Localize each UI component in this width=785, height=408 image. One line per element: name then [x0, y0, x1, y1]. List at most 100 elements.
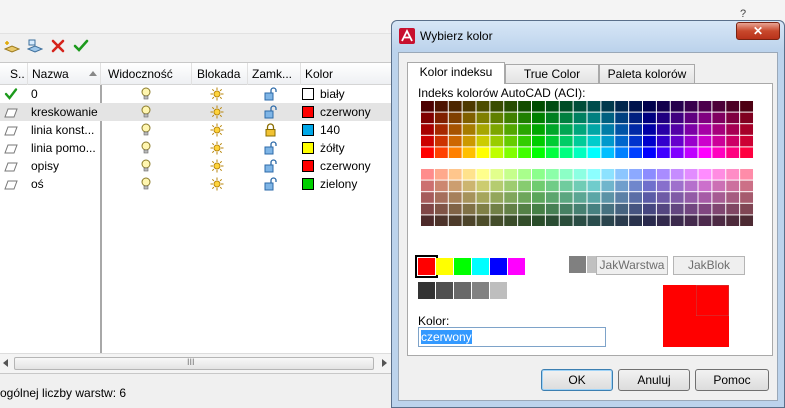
standard-color-swatch[interactable] [551, 256, 568, 273]
aci-swatch[interactable] [670, 169, 684, 180]
aci-swatch[interactable] [490, 135, 504, 147]
aci-swatch[interactable] [726, 180, 740, 192]
aci-swatch[interactable] [532, 124, 545, 135]
aci-swatch[interactable] [490, 203, 504, 215]
aci-swatch[interactable] [434, 180, 448, 192]
aci-swatch[interactable] [587, 101, 601, 112]
close-button[interactable]: ✕ [736, 22, 780, 40]
aci-swatch[interactable] [476, 192, 490, 203]
aci-swatch[interactable] [462, 215, 476, 226]
aci-swatch[interactable] [643, 112, 656, 124]
aci-swatch[interactable] [601, 203, 615, 215]
aci-swatch[interactable] [504, 135, 518, 147]
aci-swatch[interactable] [684, 192, 698, 203]
aci-swatch[interactable] [559, 124, 573, 135]
layer-row[interactable]: oś zielony [0, 175, 392, 193]
aci-swatch[interactable] [421, 147, 434, 158]
aci-swatch[interactable] [490, 192, 504, 203]
aci-swatch[interactable] [656, 169, 670, 180]
aci-swatch[interactable] [698, 203, 712, 215]
sun-icon[interactable] [210, 177, 224, 195]
aci-swatch[interactable] [712, 124, 726, 135]
aci-swatch[interactable] [462, 203, 476, 215]
aci-swatch[interactable] [518, 180, 532, 192]
color-field[interactable]: czerwony [418, 327, 606, 347]
aci-swatch[interactable] [684, 215, 698, 226]
aci-swatch[interactable] [601, 135, 615, 147]
aci-swatch[interactable] [448, 112, 462, 124]
aci-swatch[interactable] [476, 101, 490, 112]
new-layer-icon[interactable] [2, 36, 22, 56]
aci-swatch[interactable] [629, 169, 643, 180]
aci-swatch[interactable] [643, 215, 656, 226]
layer-color-swatch[interactable] [302, 106, 314, 118]
aci-swatch[interactable] [504, 101, 518, 112]
aci-swatch[interactable] [545, 192, 559, 203]
aci-swatch[interactable] [587, 180, 601, 192]
aci-swatch[interactable] [434, 101, 448, 112]
gray-swatch[interactable] [490, 282, 507, 299]
aci-swatch[interactable] [559, 180, 573, 192]
aci-swatch[interactable] [587, 169, 601, 180]
aci-swatch[interactable] [476, 112, 490, 124]
aci-swatch[interactable] [656, 124, 670, 135]
aci-swatch[interactable] [643, 169, 656, 180]
aci-swatch[interactable] [532, 169, 545, 180]
aci-swatch[interactable] [629, 124, 643, 135]
aci-palette-bottom[interactable] [421, 169, 754, 228]
aci-swatch[interactable] [601, 101, 615, 112]
aci-swatch[interactable] [421, 203, 434, 215]
aci-swatch[interactable] [518, 147, 532, 158]
layer-name[interactable]: linia konst... [31, 121, 99, 139]
aci-swatch[interactable] [615, 124, 629, 135]
aci-swatch[interactable] [587, 147, 601, 158]
layer-row[interactable]: 0 biały [0, 85, 392, 103]
standard-color-swatch[interactable] [436, 257, 453, 275]
gray-swatch[interactable] [436, 282, 453, 299]
aci-swatch[interactable] [490, 101, 504, 112]
aci-swatch[interactable] [670, 203, 684, 215]
aci-swatch[interactable] [573, 180, 587, 192]
aci-swatch[interactable] [559, 112, 573, 124]
aci-swatch[interactable] [643, 203, 656, 215]
aci-swatch[interactable] [476, 147, 490, 158]
aci-swatch[interactable] [698, 147, 712, 158]
aci-swatch[interactable] [448, 192, 462, 203]
aci-swatch[interactable] [545, 180, 559, 192]
aci-swatch[interactable] [545, 124, 559, 135]
aci-swatch[interactable] [573, 215, 587, 226]
aci-swatch[interactable] [726, 169, 740, 180]
gray-swatch[interactable] [454, 282, 471, 299]
aci-swatch[interactable] [698, 215, 712, 226]
aci-swatch[interactable] [421, 135, 434, 147]
aci-swatch[interactable] [545, 215, 559, 226]
aci-swatch[interactable] [712, 215, 726, 226]
aci-swatch[interactable] [670, 124, 684, 135]
aci-swatch[interactable] [698, 180, 712, 192]
layer-name[interactable]: kreskowanie [31, 103, 99, 121]
aci-swatch[interactable] [434, 169, 448, 180]
aci-swatch[interactable] [712, 147, 726, 158]
aci-swatch[interactable] [545, 169, 559, 180]
aci-swatch[interactable] [601, 112, 615, 124]
column-lock[interactable]: Zamk... [248, 63, 301, 85]
aci-swatch[interactable] [726, 215, 740, 226]
layer-color-name[interactable]: żółty [320, 139, 390, 157]
aci-swatch[interactable] [448, 203, 462, 215]
aci-swatch[interactable] [740, 135, 754, 147]
aci-swatch[interactable] [518, 203, 532, 215]
aci-swatch[interactable] [740, 124, 754, 135]
ok-button[interactable]: OK [541, 369, 613, 391]
aci-swatch[interactable] [532, 192, 545, 203]
aci-swatch[interactable] [629, 112, 643, 124]
aci-swatch[interactable] [434, 147, 448, 158]
aci-swatch[interactable] [587, 112, 601, 124]
aci-swatch[interactable] [504, 147, 518, 158]
aci-swatch[interactable] [518, 101, 532, 112]
aci-swatch[interactable] [712, 192, 726, 203]
aci-swatch[interactable] [421, 112, 434, 124]
aci-swatch[interactable] [601, 147, 615, 158]
aci-swatch[interactable] [462, 135, 476, 147]
aci-swatch[interactable] [670, 101, 684, 112]
layer-color-swatch[interactable] [302, 88, 314, 100]
